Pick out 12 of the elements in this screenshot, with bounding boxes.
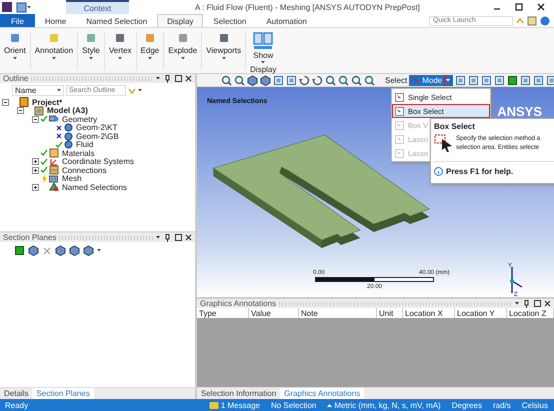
select-label: Select xyxy=(385,76,408,84)
logo: ANSYS xyxy=(497,104,542,119)
help-text: Press F1 for help. xyxy=(446,167,514,176)
selection-status: No Selection xyxy=(270,400,316,410)
status-text: Ready xyxy=(5,400,28,410)
tooltip-title: Box Select xyxy=(434,122,476,131)
window-title: A : Fluid Flow (Fluent) - Meshing [ANSYS AUTODYN PrepPost] xyxy=(195,2,420,12)
group-label: Display xyxy=(250,65,276,74)
panel-title: Graphics Annotations xyxy=(200,299,276,308)
context-label: Context xyxy=(66,0,129,14)
panel-title: Outline xyxy=(3,74,28,83)
panel-title: Section Planes xyxy=(3,233,56,242)
